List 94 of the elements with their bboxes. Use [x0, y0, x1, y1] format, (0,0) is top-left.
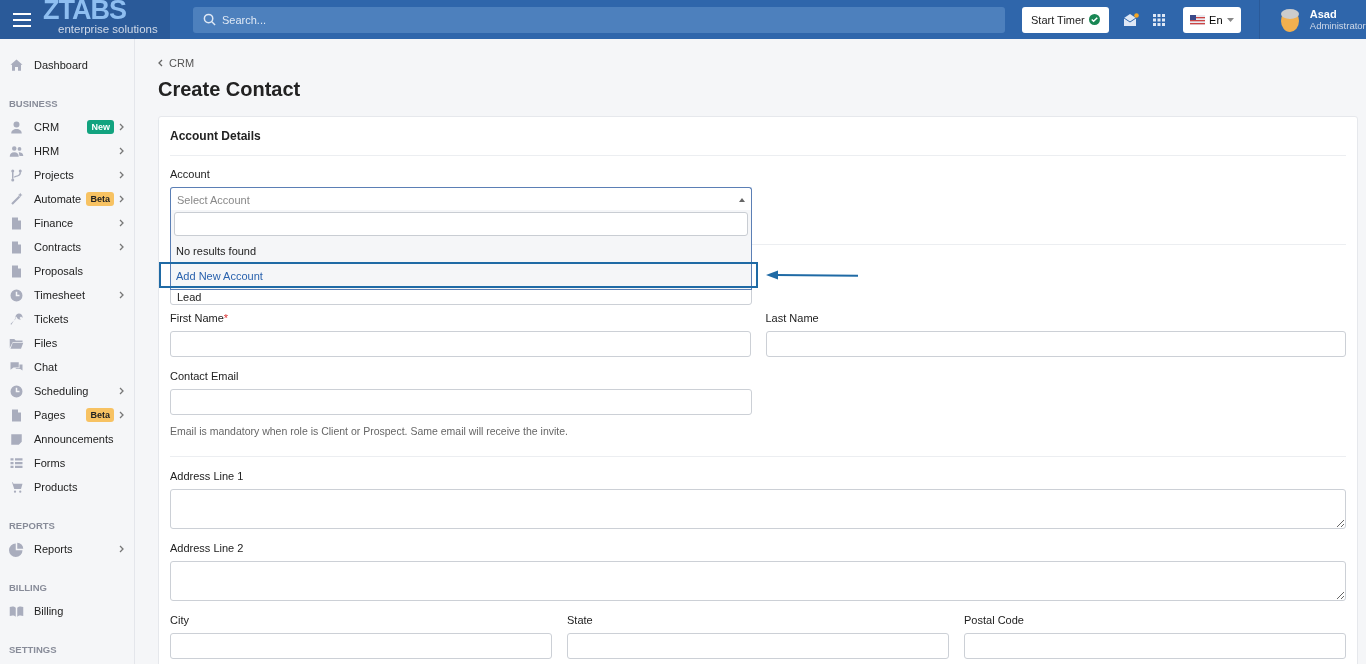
last-name-field[interactable] — [765, 331, 1346, 357]
chevron-right-icon — [119, 291, 124, 299]
chevron-right-icon — [119, 195, 124, 203]
sidebar-item[interactable]: CRM New — [0, 115, 134, 139]
dropdown-search-field[interactable] — [174, 212, 748, 236]
sidebar-item[interactable]: Products — [0, 475, 134, 499]
field-label: Postal Code — [964, 614, 1025, 626]
doc-icon — [9, 215, 24, 231]
postal-code-field[interactable] — [964, 633, 1346, 659]
sidebar-section-title: BUSINESS — [8, 97, 59, 111]
sidebar-section-title: REPORTS — [8, 519, 56, 533]
wand-icon — [9, 191, 24, 207]
sidebar-item[interactable]: Automate Beta — [0, 187, 134, 211]
chevron-right-icon — [119, 387, 124, 395]
first-name-field[interactable] — [170, 331, 751, 357]
field-label: Address Line 2 — [170, 542, 245, 554]
sidebar-item[interactable]: Dashboard — [0, 53, 134, 77]
doc-icon — [9, 263, 24, 279]
mail-notification-icon[interactable] — [1122, 12, 1139, 27]
language-selector[interactable]: En — [1182, 6, 1241, 33]
pie-icon — [9, 541, 24, 557]
field-label: Account — [170, 168, 211, 180]
doc-icon — [9, 407, 24, 423]
apps-grid-icon[interactable] — [1152, 13, 1165, 26]
brand-tagline: enterprise solutions — [58, 24, 158, 36]
address-line-2-field[interactable] — [170, 561, 1346, 601]
field-label: City — [170, 614, 190, 626]
sidebar-item[interactable]: Forms — [0, 451, 134, 475]
sidebar-item[interactable]: Contracts — [0, 235, 134, 259]
contact-email-field[interactable] — [170, 389, 752, 415]
cart-icon — [9, 479, 24, 495]
address-line-1-field[interactable] — [170, 489, 1346, 529]
user-icon — [9, 119, 24, 135]
doc-icon — [9, 239, 24, 255]
user-role: Administrator — [1309, 20, 1366, 31]
chevron-right-icon — [119, 545, 124, 553]
sidebar-item[interactable]: HRM — [0, 139, 134, 163]
list-icon — [9, 455, 24, 471]
field-label: Contact Email — [170, 370, 240, 382]
field-label: Address Line 1 — [170, 470, 245, 482]
field-label: First Name* — [170, 312, 230, 324]
chevron-right-icon — [119, 123, 124, 131]
field-label: Last Name — [765, 312, 820, 324]
clock-icon — [9, 383, 24, 399]
chevron-right-icon — [119, 219, 124, 227]
chevron-right-icon — [119, 243, 124, 251]
sidebar-item[interactable]: Finance — [0, 211, 134, 235]
branch-icon — [9, 167, 24, 183]
field-label: State — [567, 614, 594, 626]
sidebar-item[interactable]: Announcements — [0, 427, 134, 451]
sidebar-item[interactable]: Scheduling — [0, 379, 134, 403]
account-select[interactable]: Select Account — [170, 187, 752, 211]
sidebar-item[interactable]: Timesheet — [0, 283, 134, 307]
sidebar-badge: Beta — [86, 192, 114, 206]
sidebar-item[interactable]: Files — [0, 331, 134, 355]
sidebar-badge: Beta — [86, 408, 114, 422]
sidebar-item[interactable]: Projects — [0, 163, 134, 187]
sidebar-item[interactable]: Chat — [0, 355, 134, 379]
sidebar-badge: New — [87, 120, 114, 134]
no-results-text: No results found — [175, 244, 258, 259]
user-name: Asad — [1309, 8, 1338, 20]
chevron-left-icon — [158, 59, 163, 67]
note-icon — [9, 431, 24, 447]
menu-icon[interactable] — [13, 12, 31, 27]
flag-icon — [1190, 14, 1206, 25]
sidebar-section-title: BILLING — [8, 581, 48, 595]
sidebar-item[interactable]: Billing — [0, 599, 134, 623]
brand-logo: ZTABS — [43, 0, 126, 25]
sidebar-item[interactable]: Proposals — [0, 259, 134, 283]
sidebar-item[interactable]: Pages Beta — [0, 403, 134, 427]
search-icon — [203, 12, 216, 26]
chevron-right-icon — [119, 411, 124, 419]
home-icon — [9, 57, 24, 73]
clock-icon — [9, 287, 24, 303]
field-hint: Email is mandatory when role is Client or Prospect. Same email will receive the invite. — [170, 425, 569, 437]
users-icon — [9, 143, 24, 159]
caret-icon — [1226, 17, 1234, 22]
chevron-right-icon — [119, 147, 124, 155]
card-title: Account Details — [170, 129, 262, 143]
caret-icon — [739, 197, 745, 202]
state-field[interactable] — [567, 633, 949, 659]
city-field[interactable] — [170, 633, 552, 659]
wrench-icon — [9, 311, 24, 327]
avatar-icon[interactable] — [1278, 7, 1301, 32]
add-new-account-option[interactable]: Add New Account — [174, 263, 748, 288]
breadcrumb-link[interactable]: CRM — [158, 57, 1358, 69]
chevron-right-icon — [119, 171, 124, 179]
sidebar-item[interactable]: Tickets — [0, 307, 134, 331]
page-title: Create Contact — [158, 78, 302, 101]
sidebar-section-title: SETTINGS — [8, 643, 58, 657]
search-field[interactable]: Search... — [193, 6, 1005, 33]
start-timer-button[interactable]: Start Timer — [1022, 6, 1109, 33]
sidebar-item[interactable]: Reports — [0, 537, 134, 561]
check-icon — [1088, 14, 1100, 25]
